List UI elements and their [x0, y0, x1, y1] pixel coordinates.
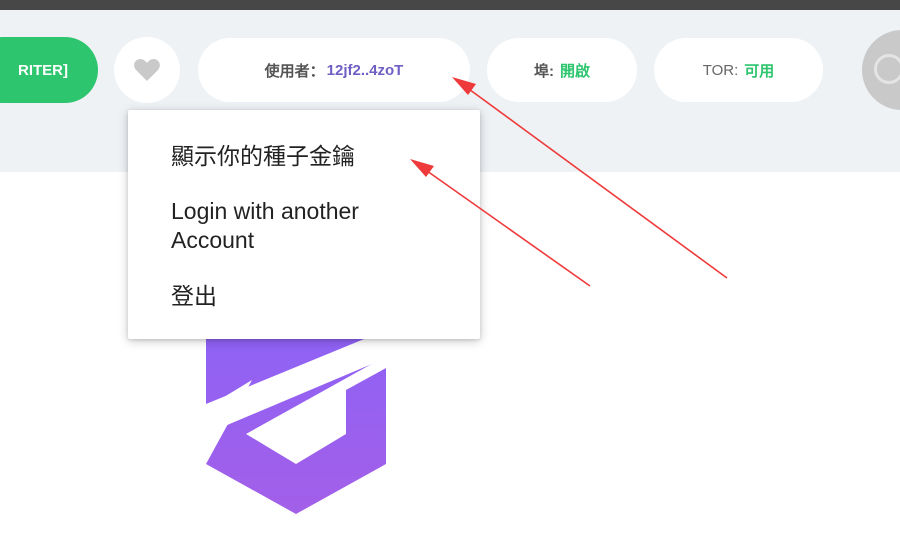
heart-icon: [134, 59, 160, 81]
app-logo: [206, 338, 386, 514]
user-menu-button[interactable]: 使用者： 12jf2..4zoT: [198, 38, 470, 102]
tor-status-button[interactable]: TOR: 可用: [654, 38, 823, 102]
user-id: 12jf2..4zoT: [326, 61, 404, 79]
window-top-bar: [0, 0, 900, 10]
user-dropdown-menu: 顯示你的種子金鑰 Login with another Account 登出: [128, 110, 480, 339]
user-label: 使用者：: [264, 62, 325, 80]
role-badge-button[interactable]: RITER]: [0, 37, 98, 103]
avatar-icon: [874, 54, 900, 84]
tor-label: TOR:: [702, 61, 739, 79]
port-status: 開啟: [559, 62, 590, 80]
role-badge-label: RITER]: [18, 61, 68, 79]
port-status-button[interactable]: 埠: 開啟: [487, 38, 637, 102]
favorite-button[interactable]: [114, 37, 180, 103]
menu-item-logout[interactable]: 登出: [171, 282, 217, 311]
port-label: 埠:: [533, 62, 554, 80]
menu-item-login-another[interactable]: Login with another Account: [171, 197, 421, 255]
menu-item-show-seed[interactable]: 顯示你的種子金鑰: [171, 142, 355, 171]
tor-status: 可用: [744, 62, 775, 80]
